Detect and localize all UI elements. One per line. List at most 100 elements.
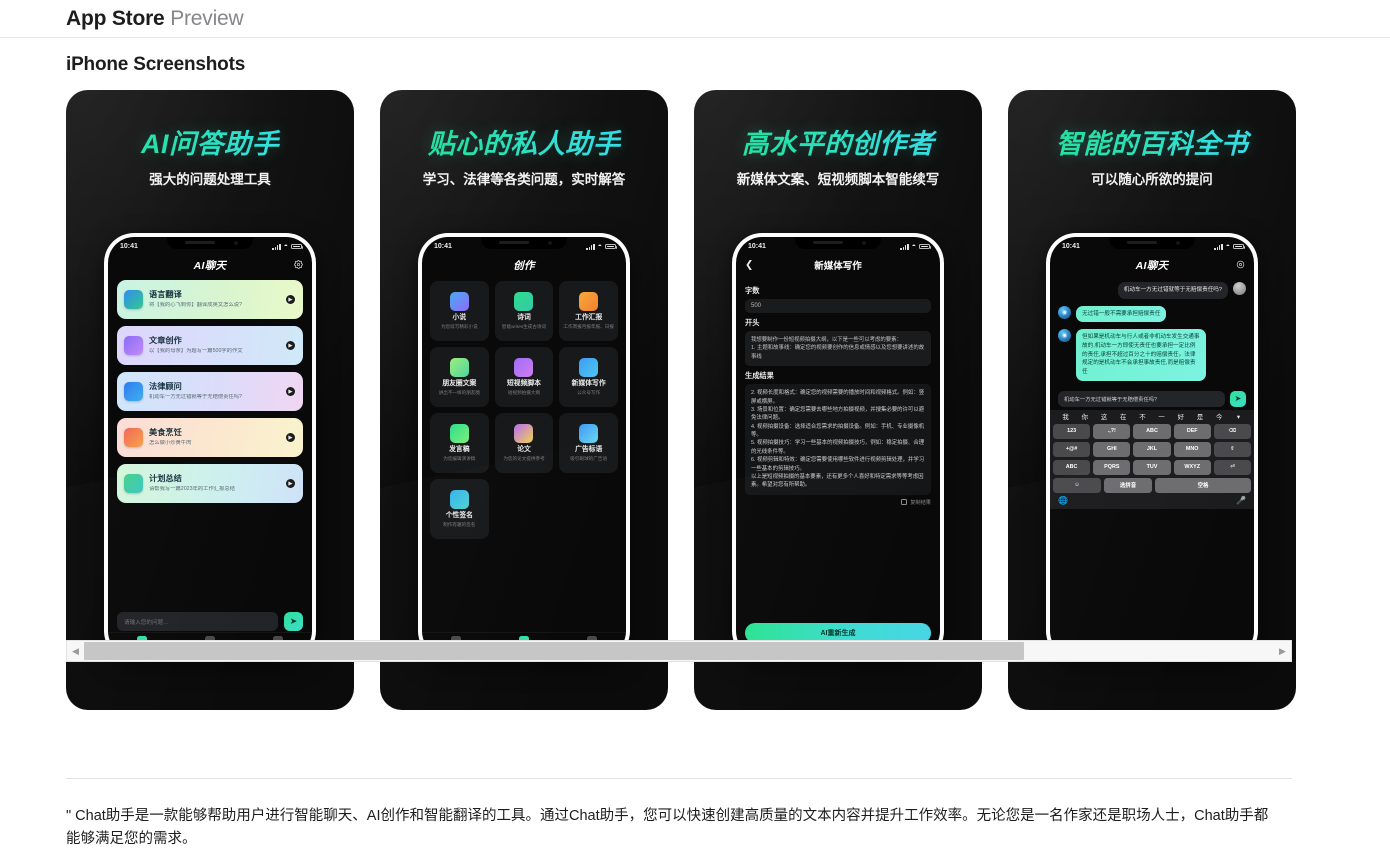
suggestion-word[interactable]: 一 [1152, 412, 1171, 421]
prompt-desc: 怎么做小炒黄牛肉 [149, 439, 192, 446]
copy-icon [901, 499, 908, 506]
delete-icon[interactable]: ⌫ [1213, 423, 1252, 439]
signature-icon [449, 489, 469, 509]
suggestion-word[interactable]: 好 [1171, 412, 1190, 421]
scrollbar-thumb[interactable] [84, 642, 1025, 660]
opening-textarea[interactable]: 我想要制作一份短视频拍摄大纲，以下是一些可以考虑的要素： 1. 主题和故事线：确… [745, 331, 931, 367]
key-.,?![interactable]: .,?! [1093, 423, 1131, 439]
scroll-left-arrow[interactable]: ◀ [67, 641, 84, 661]
key-+@#[interactable]: +@# [1053, 441, 1091, 457]
creation-tile[interactable]: 个性签名 制作有趣的签名 [430, 479, 489, 539]
paper-icon [514, 423, 534, 443]
send-icon[interactable]: ➤ [1230, 390, 1246, 407]
screenshot-subtitle: 可以随心所欲的提问 [1091, 172, 1213, 187]
nav-title: AI聊天 [193, 259, 227, 272]
key-wxyz[interactable]: WXYZ [1173, 459, 1211, 475]
nav-title: 新媒体写作 [814, 261, 862, 272]
gear-icon[interactable] [294, 256, 303, 274]
chat-composer[interactable]: 机动车一方无过错就等于无赔偿责任吗? ➤ [1050, 387, 1254, 410]
word-count-input[interactable]: 500 [745, 299, 931, 313]
creation-tile[interactable]: 诗词 智能writes生成古诗词 [494, 281, 554, 341]
creation-tile[interactable]: 短视频脚本 短视频拍摄大纲 [494, 347, 554, 407]
screenshot-card[interactable]: 智能的百科全书 可以随心所欲的提问 10:41 ◓ AI聊天 机动车一方无过错就… [1008, 90, 1296, 710]
screenshots-carousel[interactable]: AI问答助手 强大的问题处理工具 10:41 ◓ AI聊天 语言翻译 将【我的心… [0, 90, 1390, 710]
prompt-item[interactable]: 法律顾问 机动车一方无过错就等于无赔偿责任吗? ▶ [117, 372, 303, 411]
chevron-left-icon[interactable]: ❮ [745, 260, 753, 271]
prompt-go-icon[interactable]: ▶ [286, 433, 295, 442]
return-icon[interactable]: ⏎ [1213, 459, 1252, 475]
battery-icon [291, 243, 303, 250]
key-abc[interactable]: ABC [1053, 459, 1091, 475]
prompt-go-icon[interactable]: ▶ [286, 479, 295, 488]
suggestion-word[interactable]: 你 [1075, 412, 1094, 421]
prompt-go-icon[interactable]: ▶ [286, 387, 295, 396]
suggestion-word[interactable]: 不 [1133, 412, 1152, 421]
send-icon[interactable]: ➤ [284, 612, 303, 631]
suggestion-word[interactable]: 在 [1114, 412, 1133, 421]
creation-tile[interactable]: 新媒体写作 公众号写作 [559, 347, 618, 407]
section-title: iPhone Screenshots [66, 54, 246, 75]
key-jkl[interactable]: JKL [1133, 441, 1171, 457]
media-write-icon [579, 357, 599, 377]
prompt-go-icon[interactable]: ▶ [286, 295, 295, 304]
creation-tile[interactable]: 朋友圈文案 讲出不一样的朋友圈 [430, 347, 489, 407]
suggestion-word[interactable]: 我 [1056, 412, 1075, 421]
tile-title: 广告标语 [575, 445, 603, 453]
creation-tile[interactable]: 广告标语 吸引眼球的广告语 [559, 413, 618, 473]
shift-icon[interactable]: ⇧ [1213, 441, 1252, 457]
checklist-icon [124, 474, 143, 493]
bot-avatar: ◉ [1058, 305, 1071, 319]
key-pinyin[interactable]: 选拼音 [1104, 477, 1152, 493]
app-description: " Chat助手是一款能够帮助用户进行智能聊天、AI创作和智能翻译的工具。通过C… [66, 808, 1269, 848]
composer-input[interactable]: 请输入您的问题… [117, 612, 278, 631]
prompt-title: 语言翻译 [149, 290, 182, 300]
chat-input[interactable]: 机动车一方无过错就等于无赔偿责任吗? [1058, 390, 1225, 407]
virtual-keyboard[interactable]: 我你这在不一好是今 ▾ 123.,?! ABC DEF ⌫ +@# GHI JKL MNO ⇧ A… [1050, 409, 1254, 509]
tile-desc: 为您续写精彩小说 [440, 324, 478, 330]
nav-bar: AI聊天 [108, 254, 312, 276]
composer[interactable]: 请输入您的问题… ➤ [117, 612, 303, 631]
screenshot-card[interactable]: AI问答助手 强大的问题处理工具 10:41 ◓ AI聊天 语言翻译 将【我的心… [66, 90, 354, 710]
screenshot-card[interactable]: 高水平的创作者 新媒体文案、短视频脚本智能续写 10:41 ◓ ❮ 新媒体写作 … [694, 90, 982, 710]
law-icon [124, 382, 143, 401]
prompt-go-icon[interactable]: ▶ [286, 341, 295, 350]
chevron-down-icon[interactable]: ▾ [1229, 413, 1248, 421]
screenshot-card[interactable]: 贴心的私人助手 学习、法律等各类问题，实时解答 10:41 ◓ 创作 小说 为您 [380, 90, 668, 710]
gear-icon[interactable] [1236, 256, 1245, 274]
key-pqrs[interactable]: PQRS [1093, 459, 1131, 475]
suggestion-word[interactable]: 今 [1210, 412, 1229, 421]
copy-result-button[interactable]: 复制结果 [745, 499, 931, 506]
creation-tile[interactable]: 工作汇报 工作周报月报年报、日报 [559, 281, 618, 341]
key-abc[interactable]: ABC [1133, 423, 1171, 439]
creation-tile[interactable]: 发言稿 为您编辑演讲稿 [430, 413, 489, 473]
scroll-right-arrow[interactable]: ▶ [1274, 641, 1291, 661]
key-ghi[interactable]: GHI [1093, 441, 1131, 457]
key-def[interactable]: DEF [1173, 423, 1211, 439]
prompt-item[interactable]: 计划总结 请帮我写一篇2023年的工作汇报总结 ▶ [117, 464, 303, 503]
suggestion-bar[interactable]: 我你这在不一好是今 ▾ [1050, 410, 1254, 424]
suggestion-word[interactable]: 是 [1190, 412, 1209, 421]
tile-desc: 制作有趣的签名 [443, 522, 476, 528]
horizontal-scrollbar[interactable]: ◀ ▶ [66, 640, 1292, 662]
scrollbar-track[interactable] [84, 641, 1274, 661]
key-tuv[interactable]: TUV [1133, 459, 1171, 475]
key-123[interactable]: 123 [1053, 423, 1091, 439]
suggestion-word[interactable]: 这 [1094, 412, 1113, 421]
prompt-item[interactable]: 文章创作 以【我的母亲】为题写一篇500字的作文 ▶ [117, 326, 303, 365]
nav-bar: ❮ 新媒体写作 [736, 254, 940, 276]
screenshot-headline: 贴心的私人助手 [380, 122, 668, 161]
status-bar: 10:41 ◓ [1050, 237, 1254, 254]
chat-message-user: 机动车一方无过错就等于无赔偿责任吗? [1058, 282, 1246, 299]
prompt-item[interactable]: 美食烹饪 怎么做小炒黄牛肉 ▶ [117, 418, 303, 457]
key-space[interactable]: 空格 [1155, 477, 1251, 493]
creation-tile[interactable]: 论文 为您的论文提供参考 [494, 413, 554, 473]
emoji-icon[interactable]: ☺ [1053, 477, 1101, 493]
creation-tile[interactable]: 小说 为您续写精彩小说 [430, 281, 489, 341]
signal-icon [272, 243, 281, 250]
tile-title: 诗词 [517, 313, 531, 321]
ad-icon [579, 423, 599, 443]
mic-icon[interactable]: 🎤 [1236, 496, 1246, 505]
globe-icon[interactable]: 🌐 [1058, 496, 1068, 505]
prompt-item[interactable]: 语言翻译 将【我的心飞到你】翻译成英文怎么说? ▶ [117, 280, 303, 319]
key-mno[interactable]: MNO [1173, 441, 1211, 457]
